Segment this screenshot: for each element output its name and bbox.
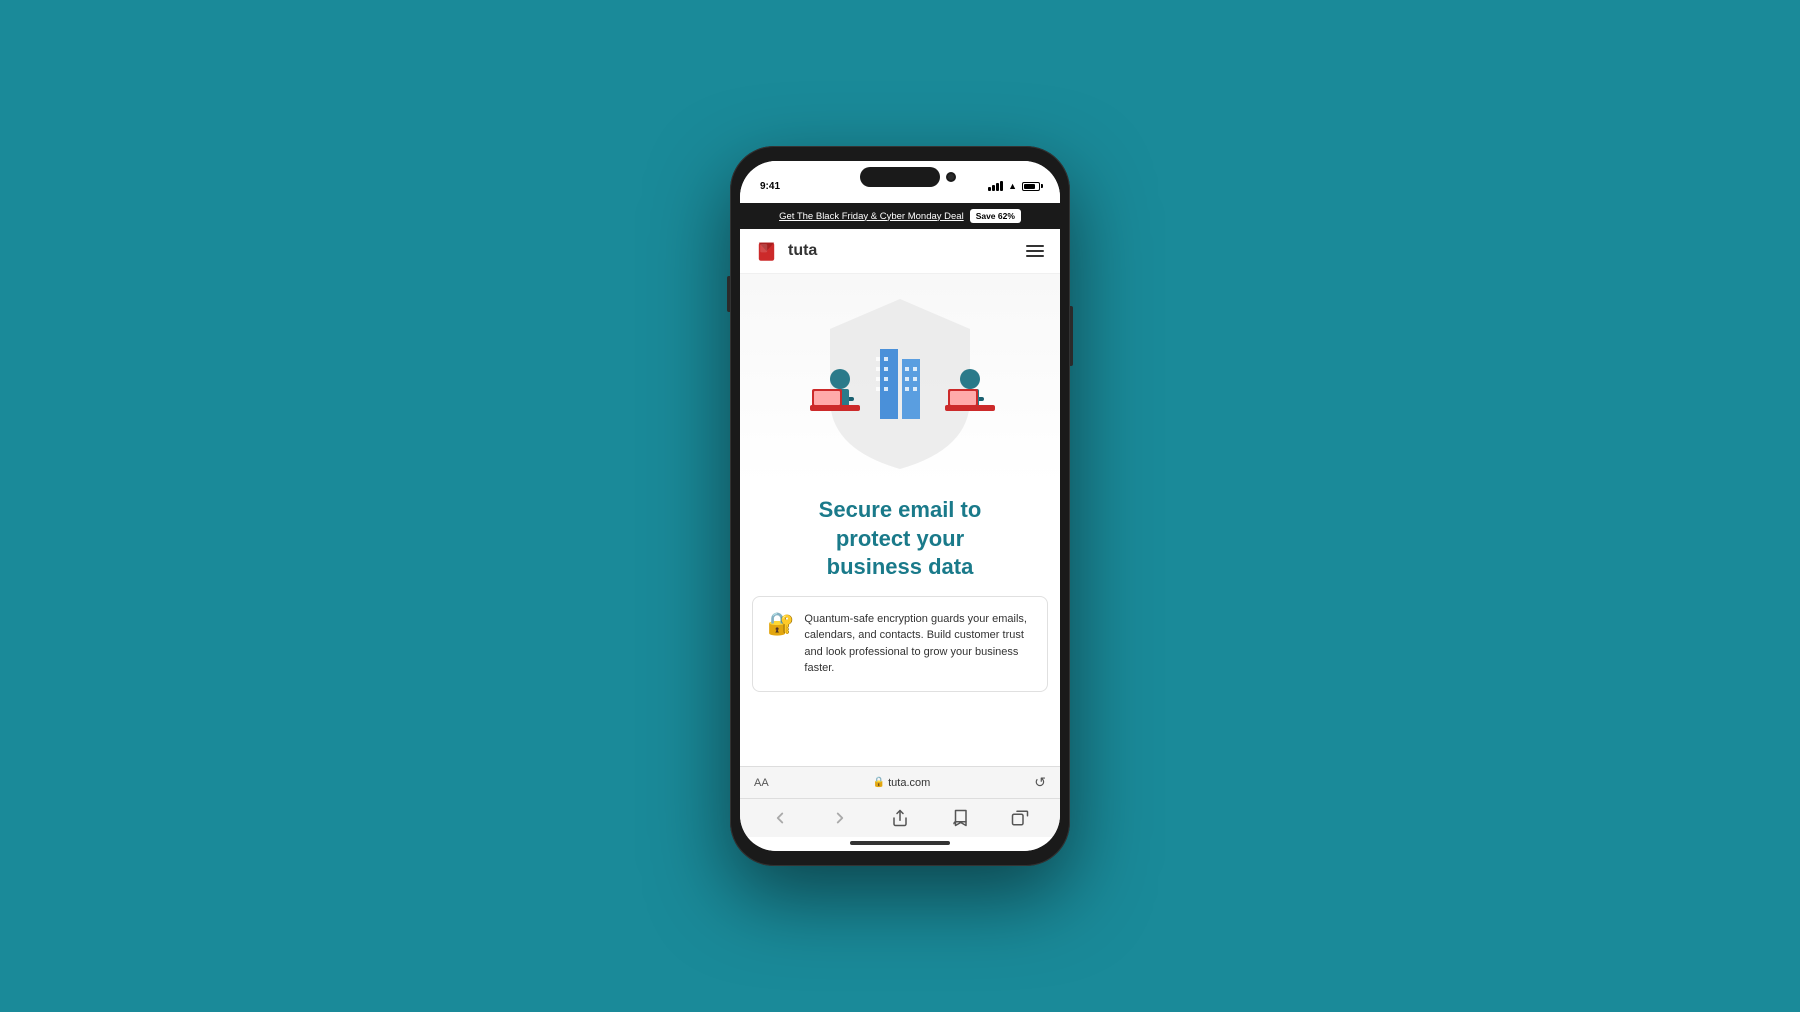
- url-bar[interactable]: 🔒 tuta.com: [873, 777, 931, 789]
- hero-title-line3: business data: [827, 554, 974, 579]
- status-indicators: ▲: [988, 181, 1040, 191]
- promo-text: Get The Black Friday & Cyber Monday Deal: [779, 211, 964, 222]
- hero-title-line2: protect your: [836, 526, 964, 551]
- promo-banner[interactable]: Get The Black Friday & Cyber Monday Deal…: [740, 203, 1060, 229]
- notch: [860, 167, 940, 187]
- hero-svg: [740, 279, 1060, 479]
- encryption-icon: 🔐: [767, 611, 794, 677]
- feature-card: 🔐 Quantum-safe encryption guards your em…: [752, 596, 1048, 692]
- time-display: 9:41: [760, 181, 780, 192]
- nav-bar: tuta: [740, 229, 1060, 274]
- phone-frame: 9:41 ▲: [730, 146, 1070, 866]
- logo-text: tuta: [788, 242, 817, 260]
- address-bar[interactable]: AA 🔒 tuta.com ↺: [740, 766, 1060, 798]
- lock-icon: 🔒: [873, 777, 885, 788]
- hero-title-line1: Secure email to: [819, 497, 982, 522]
- browser-bottom-nav: [740, 798, 1060, 837]
- bookmarks-button[interactable]: [943, 807, 977, 829]
- tuta-logo-icon: [756, 237, 784, 265]
- feature-description: Quantum-safe encryption guards your emai…: [804, 611, 1033, 677]
- notch-pill: [860, 167, 940, 187]
- signal-icon: [988, 181, 1003, 191]
- hero-illustration: [740, 274, 1060, 484]
- wifi-icon: ▲: [1008, 181, 1017, 191]
- reload-button[interactable]: ↺: [1034, 774, 1046, 791]
- phone-body: 9:41 ▲: [730, 146, 1070, 866]
- phone-screen: 9:41 ▲: [740, 161, 1060, 851]
- text-size-button[interactable]: AA: [754, 777, 769, 789]
- home-bar: [850, 841, 950, 845]
- logo[interactable]: tuta: [756, 237, 817, 265]
- browser-content: Get The Black Friday & Cyber Monday Deal…: [740, 203, 1060, 837]
- tabs-button[interactable]: [1003, 807, 1037, 829]
- hamburger-menu-button[interactable]: [1026, 245, 1044, 257]
- page-content: Secure email to protect your business da…: [740, 274, 1060, 766]
- save-badge: Save 62%: [970, 209, 1021, 223]
- share-button[interactable]: [883, 807, 917, 829]
- status-bar: 9:41 ▲: [740, 161, 1060, 203]
- hero-title: Secure email to protect your business da…: [760, 496, 1040, 582]
- url-text: tuta.com: [888, 777, 930, 789]
- home-indicator: [740, 837, 1060, 851]
- forward-button[interactable]: [823, 807, 857, 829]
- camera: [946, 172, 956, 182]
- battery-icon: [1022, 182, 1040, 191]
- hero-heading: Secure email to protect your business da…: [740, 484, 1060, 582]
- back-button[interactable]: [763, 807, 797, 829]
